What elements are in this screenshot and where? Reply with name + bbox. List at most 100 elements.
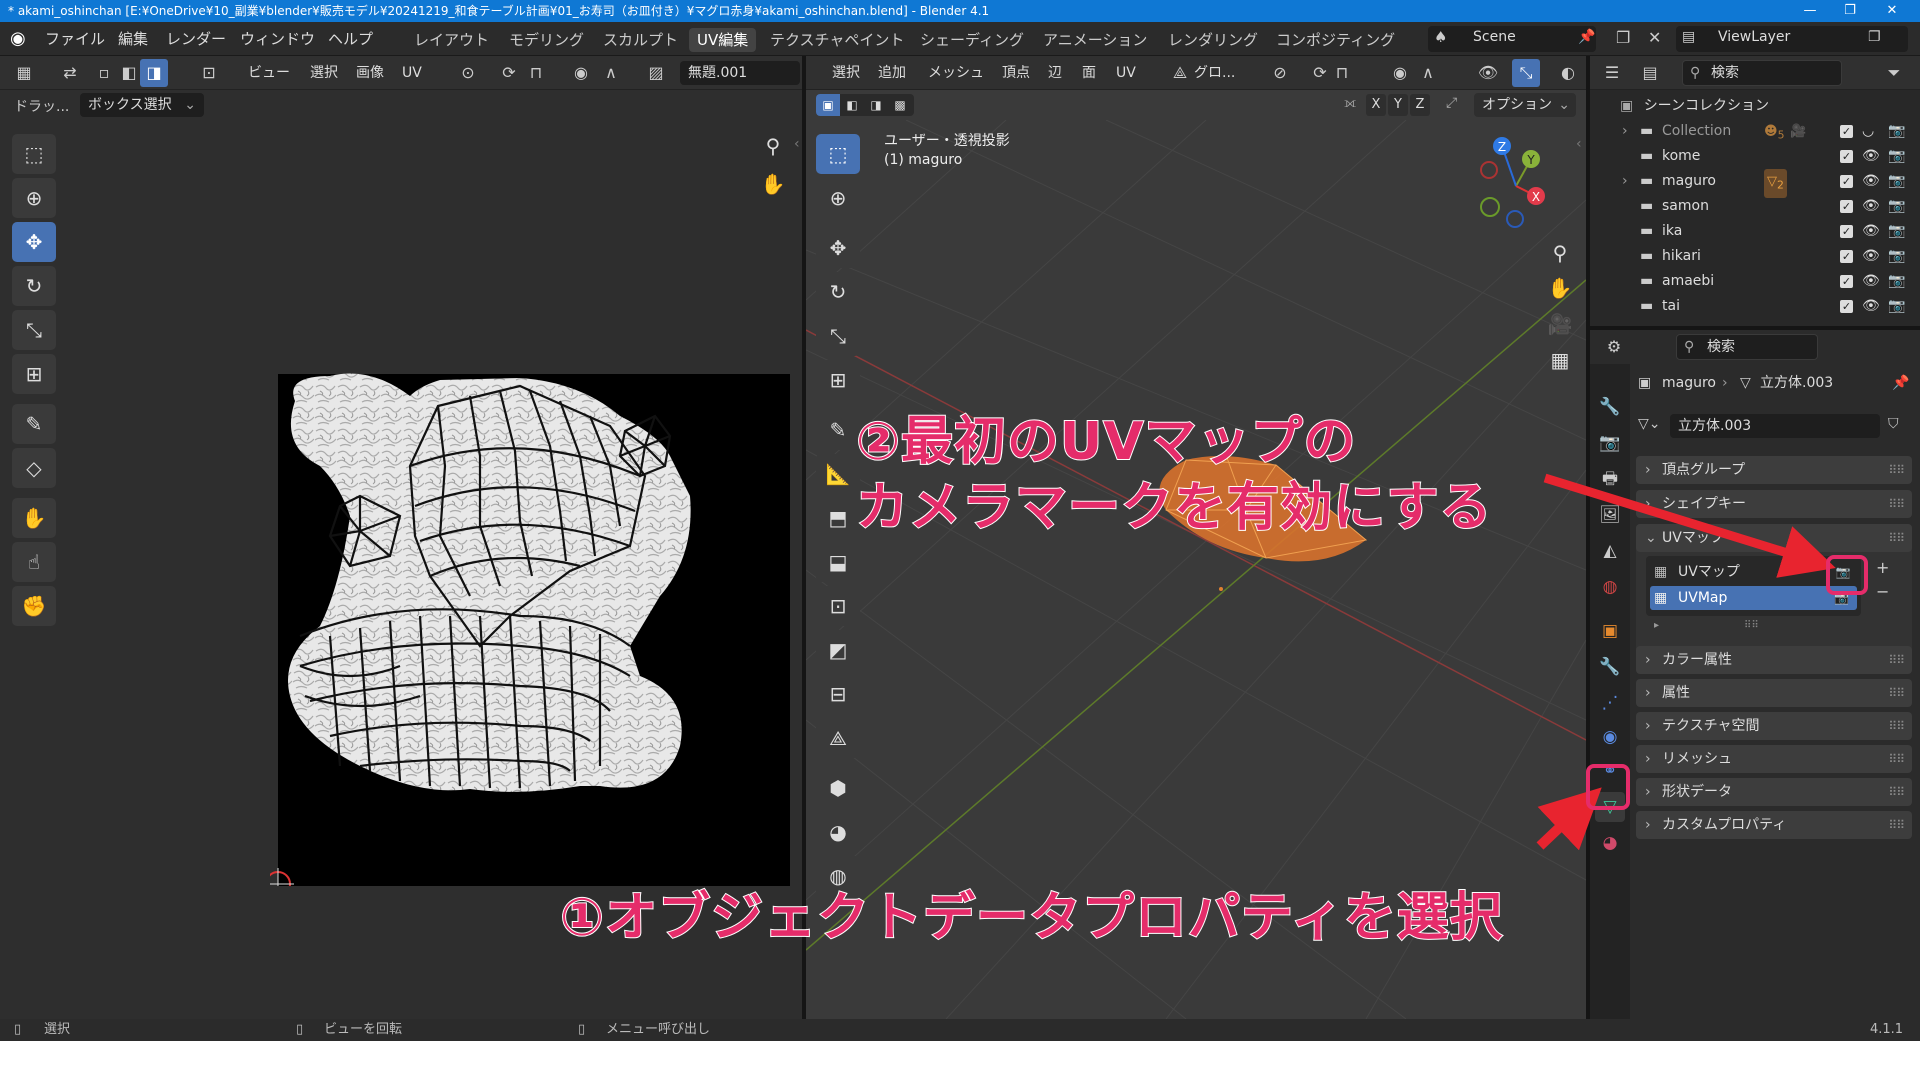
outliner-item[interactable]: ▬ hikari ✓ 👁 📷 (1590, 244, 1920, 269)
scene-selector[interactable]: ♠ Scene 📌 (1428, 26, 1596, 52)
menu-add[interactable]: 追加 (878, 56, 906, 90)
drag-grip-icon[interactable]: ⠿⠿ (1888, 745, 1905, 773)
tab-rendering[interactable]: レンダリング (1160, 28, 1266, 52)
display-mode-icon[interactable]: ▤ (1636, 59, 1664, 87)
drag-grip-icon[interactable]: ⠿⠿ (1888, 679, 1905, 707)
outliner-item[interactable]: ▬ amaebi ✓ 👁 📷 (1590, 269, 1920, 294)
box-select-dropdown[interactable]: ボックス選択 ⌄ (80, 93, 204, 117)
spin-tool-icon[interactable]: ◕ (816, 812, 860, 852)
remove-uv-map-icon[interactable]: − (1876, 582, 1889, 601)
rotate-tool-icon[interactable]: ↻ (12, 266, 56, 306)
camera-render-icon[interactable]: 📷 (1888, 244, 1905, 269)
tab-compositing[interactable]: コンポジティング (1268, 28, 1403, 52)
edge-select-icon[interactable]: ◧ (115, 59, 143, 87)
tab-sculpt[interactable]: スカルプト (595, 28, 686, 52)
menu-help[interactable]: ヘルプ (328, 22, 373, 56)
menu-uv[interactable]: UV (1116, 56, 1136, 90)
tab-modeling[interactable]: モデリング (501, 28, 592, 52)
mirror-z-toggle[interactable]: Z (1410, 94, 1430, 116)
pin-icon[interactable]: 📌 (1892, 370, 1909, 396)
editor-type-icon[interactable]: ☰ (1598, 59, 1626, 87)
bevel-tool-icon[interactable]: ◩ (816, 630, 860, 670)
zoom-icon[interactable]: ⚲ (1544, 237, 1576, 269)
camera-render-icon[interactable]: 📷 (1888, 169, 1905, 194)
world-tab-icon[interactable]: ◍ (1595, 572, 1625, 602)
options-dropdown[interactable]: オプション ⌄ (1474, 93, 1576, 117)
menu-edge[interactable]: 辺 (1048, 56, 1062, 90)
outliner-item[interactable]: ▬ kome ✓ 👁 📷 (1590, 144, 1920, 169)
cursor-tool-icon[interactable]: ⊕ (816, 178, 860, 218)
annotate-tool-icon[interactable]: ✎ (12, 404, 56, 444)
extrude-tool-icon[interactable]: ⬓ (816, 542, 860, 582)
camera-render-icon[interactable]: 📷 (1888, 269, 1905, 294)
face-select-icon[interactable]: ◨ (140, 59, 168, 87)
mesh-browse-icon[interactable]: ▽⌄ (1638, 416, 1661, 432)
mirror-icon[interactable]: ⟗ (1344, 95, 1356, 111)
menu-view[interactable]: ビュー (248, 56, 290, 90)
rip-tool-icon[interactable]: ◇ (12, 448, 56, 488)
outliner-root[interactable]: ▣ シーンコレクション (1590, 94, 1920, 119)
falloff-icon[interactable]: ∧ (1414, 59, 1442, 87)
tweak-tool-icon[interactable]: ⬚ (12, 134, 56, 174)
panel-shape-keys[interactable]: › シェイプキー ⠿⠿ (1636, 490, 1912, 518)
annotate-tool-icon[interactable]: ✎ (816, 410, 860, 450)
drag-grip-icon[interactable]: ⠿⠿ (1888, 712, 1905, 740)
add-cube-tool-icon[interactable]: ⬒ (816, 498, 860, 538)
checkbox-icon[interactable]: ✓ (1840, 275, 1853, 288)
move-tool-icon[interactable]: ✥ (12, 222, 56, 262)
pinch-tool-icon[interactable]: ✊ (12, 586, 56, 626)
checkbox-icon[interactable]: ✓ (1840, 200, 1853, 213)
eye-icon[interactable]: 👁 (1862, 194, 1880, 219)
tab-animation[interactable]: アニメーション (1035, 28, 1155, 52)
pivot-icon[interactable]: ⊘ (1266, 59, 1294, 87)
sidebar-toggle-icon[interactable]: ‹ (1576, 136, 1582, 152)
checkbox-icon[interactable]: ✓ (1840, 300, 1853, 313)
tab-texture-paint[interactable]: テクスチャペイント (762, 28, 912, 52)
select-invert-icon[interactable]: ▩ (888, 94, 912, 116)
tab-shading[interactable]: シェーディング (912, 28, 1032, 52)
snap-icon[interactable]: ⟳ (495, 59, 523, 87)
minimize-button[interactable]: — (1790, 0, 1830, 22)
camera-render-icon[interactable]: 📷 (1888, 219, 1905, 244)
grab-tool-icon[interactable]: ✋ (12, 498, 56, 538)
camera-render-icon[interactable]: 📷 (1888, 294, 1905, 319)
pivot-icon[interactable]: ⊙ (454, 59, 482, 87)
sidebar-toggle-icon[interactable]: ‹ (794, 136, 800, 152)
properties-search-input[interactable]: 検索 (1676, 334, 1818, 360)
checkbox-icon[interactable]: ✓ (1840, 175, 1853, 188)
panel-remesh[interactable]: › リメッシュ ⠿⠿ (1636, 745, 1912, 773)
inset-tool-icon[interactable]: ⊡ (816, 586, 860, 626)
menu-render[interactable]: レンダー (166, 22, 226, 56)
pan-hand-icon[interactable]: ✋ (1544, 272, 1576, 304)
transform-tool-icon[interactable]: ⊞ (12, 354, 56, 394)
mirror-y-toggle[interactable]: Y (1388, 94, 1408, 116)
tool-tab-icon[interactable]: 🔧 (1595, 392, 1625, 422)
mesh-name-field[interactable]: 立方体.003 (1670, 414, 1880, 438)
proportional-icon[interactable]: ◉ (1386, 59, 1414, 87)
menu-vertex[interactable]: 頂点 (1002, 56, 1030, 90)
scene-tab-icon[interactable]: ◭ (1595, 536, 1625, 566)
image-browse-icon[interactable]: ▨ (642, 59, 670, 87)
checkbox-icon[interactable]: ✓ (1840, 150, 1853, 163)
physics-tab-icon[interactable]: ◉ (1595, 722, 1625, 752)
visibility-icon[interactable]: 👁 (1474, 59, 1502, 87)
eye-icon[interactable]: 👁 (1862, 269, 1880, 294)
object-tab-icon[interactable]: ▣ (1595, 616, 1625, 646)
select-subtract-icon[interactable]: ◨ (864, 94, 888, 116)
delete-scene-icon[interactable]: ✕ (1648, 28, 1661, 47)
render-tab-icon[interactable]: 📷 (1595, 428, 1625, 458)
filter-icon[interactable]: ⏷ (1880, 59, 1908, 87)
pin-icon[interactable]: 📌 (1578, 29, 1595, 45)
menu-edit[interactable]: 編集 (118, 22, 148, 56)
proportional-icon[interactable]: ◉ (567, 59, 595, 87)
new-scene-icon[interactable]: ❐ (1616, 28, 1630, 47)
panel-geometry-data[interactable]: › 形状データ ⠿⠿ (1636, 778, 1912, 806)
expand-chevron-icon[interactable]: › (1622, 169, 1628, 194)
navigation-gizmo[interactable]: Y Z X (1466, 136, 1566, 246)
mirror-x-toggle[interactable]: X (1366, 94, 1386, 116)
camera-render-icon[interactable]: 📷 (1888, 194, 1905, 219)
vertex-select-icon[interactable]: ▫ (90, 59, 118, 87)
close-button[interactable]: ✕ (1872, 0, 1912, 22)
scale-tool-icon[interactable]: ⤡ (12, 310, 56, 350)
panel-vertex-groups[interactable]: › 頂点グループ ⠿⠿ (1636, 456, 1912, 484)
